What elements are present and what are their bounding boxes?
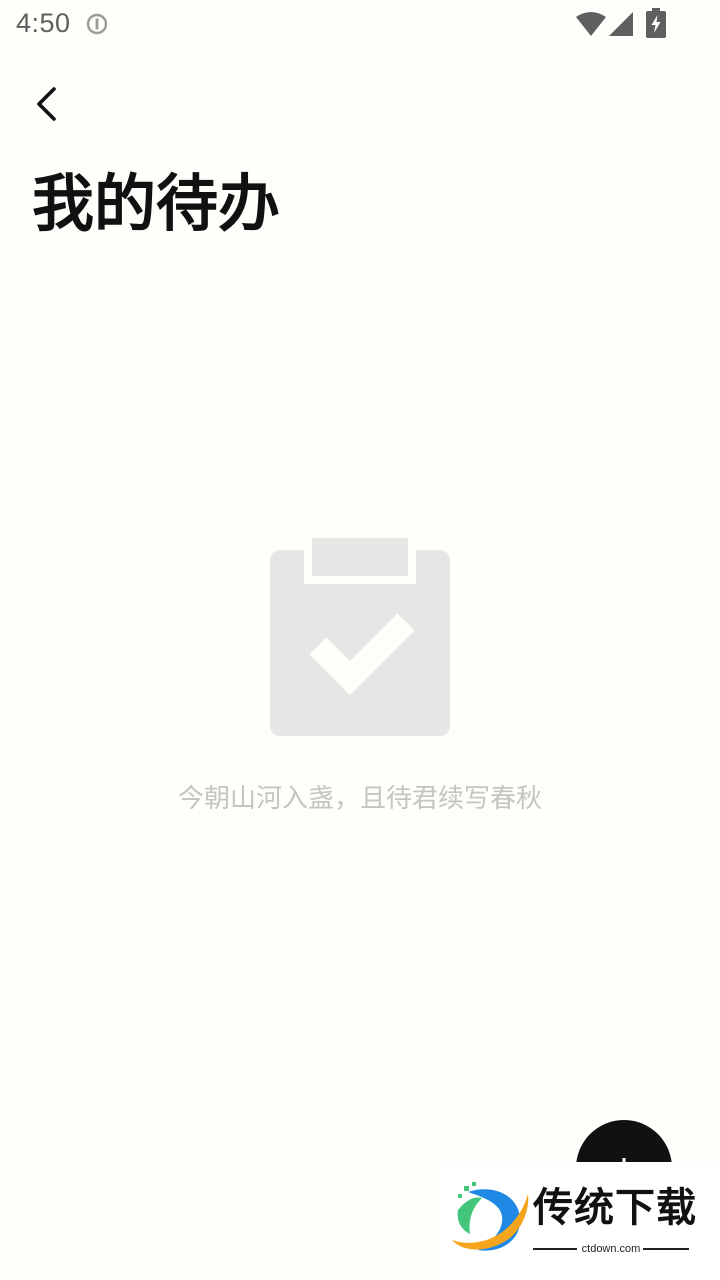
watermark-divider-right [643, 1248, 689, 1250]
watermark: 传统下载 ctdown.com [440, 1162, 720, 1280]
watermark-url: ctdown.com [581, 1243, 641, 1255]
watermark-divider-left [533, 1248, 577, 1250]
chevron-left-icon [37, 87, 56, 121]
battery-charging-icon [646, 8, 666, 38]
status-bar: 4:50 [0, 0, 720, 50]
watermark-brand-name: 传统下载 [533, 1185, 697, 1231]
wifi-icon [576, 12, 606, 36]
clipboard-check-icon [270, 536, 450, 736]
page-title: 我的待办 [32, 167, 281, 240]
empty-state-message: 今朝山河入盏，且待君续写春秋 [177, 784, 542, 814]
ctdown-logo-icon [452, 1182, 529, 1251]
status-time: 4:50 [16, 8, 71, 38]
info-icon [86, 13, 108, 35]
signal-icon [609, 12, 633, 36]
back-button[interactable] [26, 82, 70, 126]
